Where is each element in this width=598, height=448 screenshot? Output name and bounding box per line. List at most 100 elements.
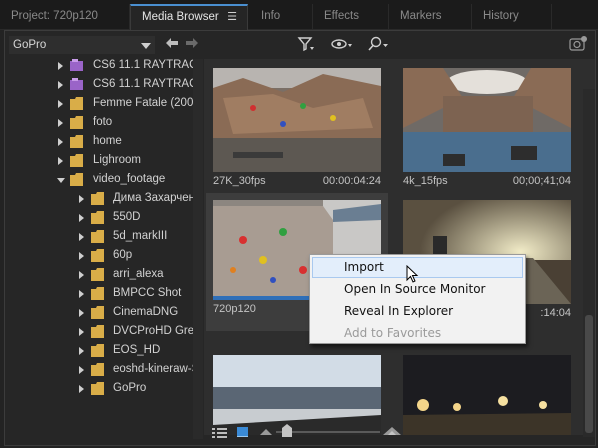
expand-arrow-icon[interactable] [58,81,63,89]
clip-duration: :14:04 [540,307,571,319]
filter-icon[interactable] [297,35,315,53]
clip-name: 4k_15fps [403,175,448,187]
tree-item-label: foto [93,116,113,128]
location-dropdown[interactable]: GoPro [9,36,155,54]
tree-item-label: CinemaDNG [113,306,179,318]
tree-item[interactable]: CS6 11.1 RAYTRACE [7,75,203,94]
expand-arrow-icon[interactable] [79,328,84,336]
tree-item-label: CS6 11.1 RAYTRACE [93,59,203,71]
tree-item-label: BMPCC Shot [113,287,182,299]
tree-item[interactable]: eoshd-kineraw-S [7,360,203,379]
expand-arrow-icon[interactable] [79,233,84,241]
tree-item[interactable]: Дима Захарченк [7,189,203,208]
tab-label: Media Browser [142,11,219,23]
ingest-settings-icon[interactable] [569,35,589,53]
tree-item[interactable]: BMPCC Shot [7,284,203,303]
expand-arrow-icon[interactable] [79,309,84,317]
clip-thumbnail[interactable]: 27K_30fps 00:00:04:24 [206,61,388,191]
back-arrow-icon[interactable] [165,37,179,49]
icon-view-icon[interactable] [237,426,249,438]
tree-item-label: Femme Fatale (2002 [93,97,200,109]
expand-arrow-icon[interactable] [58,157,63,165]
tab-history[interactable]: History [472,4,552,30]
expand-arrow-icon[interactable] [79,252,84,260]
expand-arrow-icon[interactable] [79,271,84,279]
expand-arrow-icon[interactable] [79,290,84,298]
clip-meta: 4k_15fps 00;00;41;04 [403,175,571,189]
clip-preview-image [213,68,381,172]
expand-arrow-icon[interactable] [58,138,63,146]
tree-item[interactable]: 5d_markIII [7,227,203,246]
tree-item[interactable]: Femme Fatale (2002 [7,94,203,113]
clip-thumbnail[interactable]: 4k_15fps 00;00;41;04 [396,61,578,191]
tree-item[interactable]: arri_alexa [7,265,203,284]
zoom-in-icon[interactable] [383,426,401,436]
tab-media-browser[interactable]: Media Browser ☰ [130,4,248,30]
zoom-slider-handle[interactable] [281,424,293,438]
clip-duration: 00:00:04:24 [322,175,381,187]
folder-icon [91,211,104,224]
tree-item[interactable]: 60p [7,246,203,265]
location-dropdown-value: GoPro [13,39,47,51]
tree-item[interactable]: video_footage [7,170,203,189]
tree-item-label: GoPro [113,382,147,394]
expand-arrow-icon[interactable] [79,385,84,393]
tree-item[interactable]: Lighroom [7,151,203,170]
tree-item-label: CS6 11.1 RAYTRACE [93,78,203,90]
tree-item-label: video_footage [93,173,166,185]
folder-icon [70,154,83,167]
clip-duration: 00;00;41;04 [512,175,571,187]
tab-label: Effects [324,10,359,22]
tab-markers[interactable]: Markers [389,4,472,30]
expand-arrow-icon[interactable] [58,100,63,108]
expand-arrow-icon[interactable] [79,366,84,374]
collapse-arrow-icon[interactable] [57,178,65,183]
tree-scrollbar[interactable] [193,59,203,439]
expand-arrow-icon[interactable] [58,62,63,70]
zoom-out-icon[interactable] [260,428,272,436]
tree-item-label: 5d_markIII [113,230,168,242]
expand-arrow-icon[interactable] [79,195,84,203]
expand-arrow-icon[interactable] [58,119,63,127]
expand-arrow-icon[interactable] [79,214,84,222]
folder-icon [70,173,83,186]
expand-arrow-icon[interactable] [79,347,84,355]
folder-icon [91,249,104,262]
media-browser-panel: GoPro CS6 11.1 RAYTRACE CS6 11.1 RAYTRAC… [4,30,596,446]
tree-item[interactable]: DVCProHD Gree [7,322,203,341]
search-icon[interactable] [367,35,389,53]
project-file-icon [70,78,83,90]
menu-item-label: Reveal In Explorer [344,304,454,318]
folder-icon [91,268,104,281]
tab-info[interactable]: Info [250,4,313,30]
menu-item-reveal-in-explorer[interactable]: Reveal In Explorer [312,301,523,322]
tree-item[interactable]: GoPro [7,379,203,398]
tree-item-label: Lighroom [93,154,141,166]
tab-effects[interactable]: Effects [313,4,389,30]
tree-item[interactable]: home [7,132,203,151]
tree-item-label: 60p [113,249,133,261]
clip-name: 720p120 [213,303,256,315]
forward-arrow-icon[interactable] [185,37,199,49]
folder-tree: CS6 11.1 RAYTRACE CS6 11.1 RAYTRACE Femm… [7,59,203,439]
view-icon[interactable] [331,35,353,53]
tab-menu-icon[interactable]: ☰ [227,6,237,28]
tree-item-label: Дима Захарченк [113,192,200,204]
tab-label: Project: 720p120 [11,10,98,22]
chevron-down-icon [141,43,151,49]
tree-item-label: EOS_HD [113,344,161,356]
media-browser-toolbar: GoPro [5,31,595,59]
clip-name: 27K_30fps [213,175,266,187]
tree-item[interactable]: foto [7,113,203,132]
tree-item[interactable]: CS6 11.1 RAYTRACE [7,59,203,75]
list-view-icon[interactable] [212,427,228,439]
mouse-cursor-icon [406,265,419,283]
tab-project[interactable]: Project: 720p120 [0,4,130,30]
grid-scrollbar[interactable] [583,89,595,437]
tree-item[interactable]: CinemaDNG [7,303,203,322]
tree-item[interactable]: EOS_HD [7,341,203,360]
tree-item[interactable]: 550D [7,208,203,227]
tree-item-label: DVCProHD Gree [113,325,201,337]
tab-label: History [483,10,519,22]
tab-label: Info [261,10,281,22]
